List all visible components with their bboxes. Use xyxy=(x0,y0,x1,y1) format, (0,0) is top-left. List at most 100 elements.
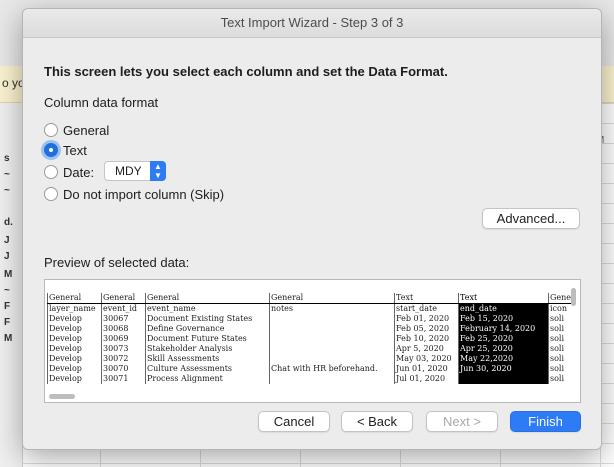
radio-button[interactable] xyxy=(44,143,58,157)
cancel-button[interactable]: Cancel xyxy=(258,411,330,432)
preview-cell: Apr 25, 2020 xyxy=(458,344,549,354)
format-cell[interactable]: Gene xyxy=(548,293,573,304)
preview-cell: 30070 xyxy=(101,364,146,374)
preview-cell: Document Existing States xyxy=(145,314,270,324)
preview-cell: May 03, 2020 xyxy=(394,354,459,364)
format-cell[interactable]: General xyxy=(101,293,146,304)
preview-cell xyxy=(269,314,395,324)
preview-cell: soli xyxy=(548,344,573,354)
preview-table: General General General General Text Tex… xyxy=(47,293,573,384)
vertical-scrollbar[interactable] xyxy=(571,288,576,306)
preview-cell xyxy=(269,354,395,364)
preview-cell: Feb 15, 2020 xyxy=(458,314,549,324)
radio-button[interactable] xyxy=(44,187,58,201)
preview-cell: Develop xyxy=(47,374,102,384)
row-label: s xyxy=(4,153,10,164)
preview-cell: layer_name xyxy=(47,303,102,314)
radio-label: Date: xyxy=(63,164,95,180)
intro-text: This screen lets you select each column … xyxy=(44,64,448,79)
format-cell[interactable]: Text xyxy=(458,293,549,304)
preview-cell: Define Governance xyxy=(145,324,270,334)
next-button[interactable]: Next > xyxy=(426,411,498,432)
format-cell[interactable]: General xyxy=(269,293,395,304)
preview-label: Preview of selected data: xyxy=(44,255,190,270)
preview-cell: Develop xyxy=(47,344,102,354)
back-button[interactable]: < Back xyxy=(341,411,413,432)
preview-row: layer_name event_id event_name notes sta… xyxy=(47,303,573,314)
radio-general[interactable]: General xyxy=(44,121,109,139)
preview-cell: Develop xyxy=(47,364,102,374)
radio-button[interactable] xyxy=(44,123,58,137)
preview-cell: Process Alignment xyxy=(145,374,270,384)
preview-cell: notes xyxy=(269,303,395,314)
preview-cell: soli xyxy=(548,374,573,384)
format-cell[interactable]: General xyxy=(47,293,102,304)
preview-cell xyxy=(269,334,395,344)
preview-cell: Apr 5, 2020 xyxy=(394,344,459,354)
preview-cell: soli xyxy=(548,314,573,324)
preview-format-row: General General General General Text Tex… xyxy=(47,293,573,304)
row-label: M xyxy=(4,333,13,344)
preview-cell: event_name xyxy=(145,303,270,314)
preview-cell: Feb 25, 2020 xyxy=(458,334,549,344)
preview-cell: Skill Assessments xyxy=(145,354,270,364)
row-label: ~ xyxy=(4,185,10,196)
preview-row: Develop 30067 Document Existing States F… xyxy=(47,314,573,324)
preview-cell: Culture Assessments xyxy=(145,364,270,374)
preview-cell: start_date xyxy=(394,303,459,314)
row-label: ~ xyxy=(4,285,10,296)
row-header-column: s ~ ~ d. J J M ~ F F ~ M xyxy=(0,103,23,467)
finish-button[interactable]: Finish xyxy=(510,411,581,432)
preview-cell: end_date xyxy=(458,303,549,314)
preview-cell: May 22,2020 xyxy=(458,354,549,364)
preview-cell: 30073 xyxy=(101,344,146,354)
preview-cell: Develop xyxy=(47,354,102,364)
preview-cell xyxy=(269,344,395,354)
dialog-title: Text Import Wizard - Step 3 of 3 xyxy=(23,9,601,38)
radio-skip[interactable]: Do not import column (Skip) xyxy=(44,185,224,203)
radio-label: Do not import column (Skip) xyxy=(63,186,225,202)
preview-row: Develop 30069 Document Future States Feb… xyxy=(47,334,573,344)
preview-cell: Develop xyxy=(47,324,102,334)
preview-cell: Jun 01, 2020 xyxy=(394,364,459,374)
radio-button[interactable] xyxy=(44,165,58,179)
preview-cell: Jun 30, 2020 xyxy=(458,364,549,374)
text-import-wizard-dialog: Text Import Wizard - Step 3 of 3 This sc… xyxy=(22,8,602,450)
date-format-select[interactable]: MDY ▲ ▼ xyxy=(104,161,166,181)
preview-cell: Develop xyxy=(47,314,102,324)
preview-cell: soli xyxy=(548,354,573,364)
horizontal-scrollbar[interactable] xyxy=(49,394,75,399)
format-cell[interactable]: Text xyxy=(394,293,459,304)
advanced-button[interactable]: Advanced... xyxy=(482,208,580,229)
data-preview-pane[interactable]: General General General General Text Tex… xyxy=(44,279,581,403)
preview-cell: soli xyxy=(548,334,573,344)
radio-label: Text xyxy=(63,142,87,158)
preview-cell: 30068 xyxy=(101,324,146,334)
preview-cell: Feb 05, 2020 xyxy=(394,324,459,334)
preview-cell: 30072 xyxy=(101,354,146,364)
radio-text[interactable]: Text xyxy=(44,141,87,159)
date-format-value: MDY xyxy=(115,164,142,178)
row-label: M xyxy=(4,269,13,280)
preview-row: Develop 30071 Process Alignment Jul 01, … xyxy=(47,374,573,384)
preview-row: Develop 30072 Skill Assessments May 03, … xyxy=(47,354,573,364)
row-label: ~ xyxy=(4,169,10,180)
preview-cell: icon xyxy=(548,303,573,314)
row-label: F xyxy=(4,301,11,312)
column-format-label: Column data format xyxy=(44,95,159,110)
chevron-updown-icon: ▲ ▼ xyxy=(150,161,166,181)
preview-cell: Feb 01, 2020 xyxy=(394,314,459,324)
radio-date[interactable]: Date: xyxy=(44,163,94,181)
preview-row: Develop 30073 Stakeholder Analysis Apr 5… xyxy=(47,344,573,354)
format-cell[interactable]: General xyxy=(145,293,270,304)
row-label: d. xyxy=(4,217,13,228)
preview-cell: Jul 01, 2020 xyxy=(394,374,459,384)
preview-cell: 30071 xyxy=(101,374,146,384)
preview-cell: soli xyxy=(548,324,573,334)
preview-cell: 30069 xyxy=(101,334,146,344)
row-label: J xyxy=(4,251,10,262)
preview-row: Develop 30070 Culture Assessments Chat w… xyxy=(47,364,573,374)
preview-cell: February 14, 2020 xyxy=(458,324,549,334)
preview-cell: soli xyxy=(548,364,573,374)
preview-cell: Stakeholder Analysis xyxy=(145,344,270,354)
